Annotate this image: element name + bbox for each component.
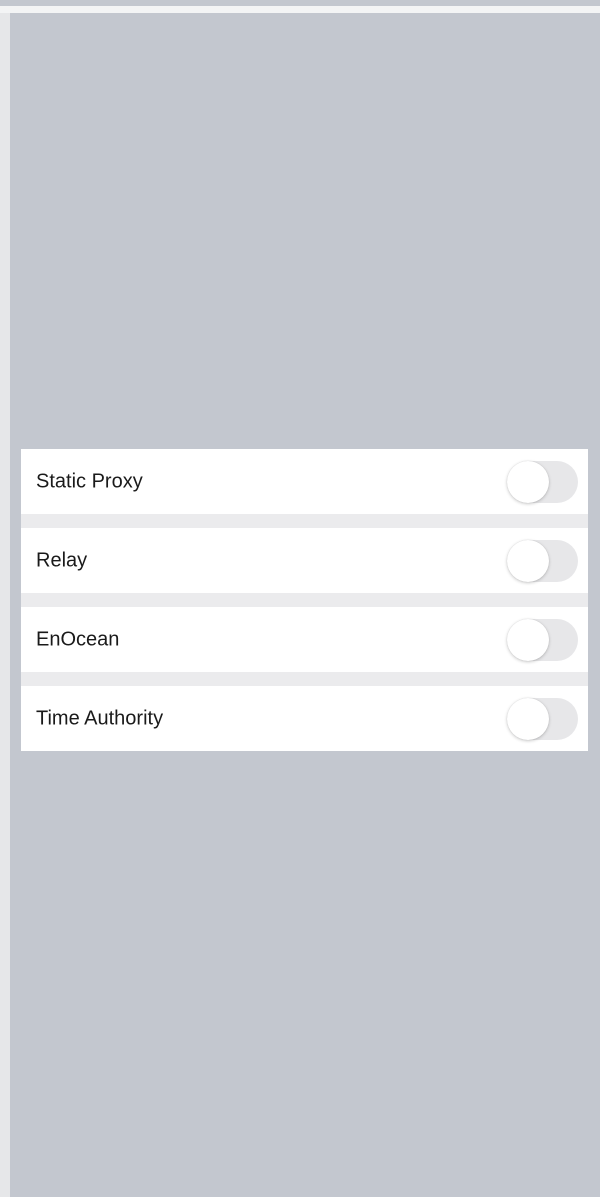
toggle-knob	[507, 697, 549, 740]
time-authority-toggle[interactable]	[507, 697, 578, 740]
option-row-time-authority[interactable]: Time Authority	[21, 686, 588, 751]
static-proxy-toggle[interactable]	[507, 460, 578, 503]
option-row-relay[interactable]: Relay	[21, 528, 588, 593]
option-label-static-proxy: Static Proxy	[36, 470, 143, 492]
toggle-knob	[507, 460, 549, 503]
left-edge	[0, 13, 10, 1197]
option-label-enocean: EnOcean	[36, 628, 120, 650]
option-label-relay: Relay	[36, 549, 88, 571]
option-label-time-authority: Time Authority	[36, 707, 164, 729]
relay-toggle[interactable]	[507, 539, 578, 582]
toggle-knob	[507, 618, 549, 661]
option-row-enocean[interactable]: EnOcean	[21, 607, 588, 672]
option-row-static-proxy[interactable]: Static Proxy	[21, 449, 588, 514]
top-gap	[0, 6, 600, 13]
toggle-knob	[507, 539, 549, 582]
feature-options-panel: Static Proxy Relay EnOcean Time Authorit…	[21, 449, 588, 751]
enocean-toggle[interactable]	[507, 618, 578, 661]
